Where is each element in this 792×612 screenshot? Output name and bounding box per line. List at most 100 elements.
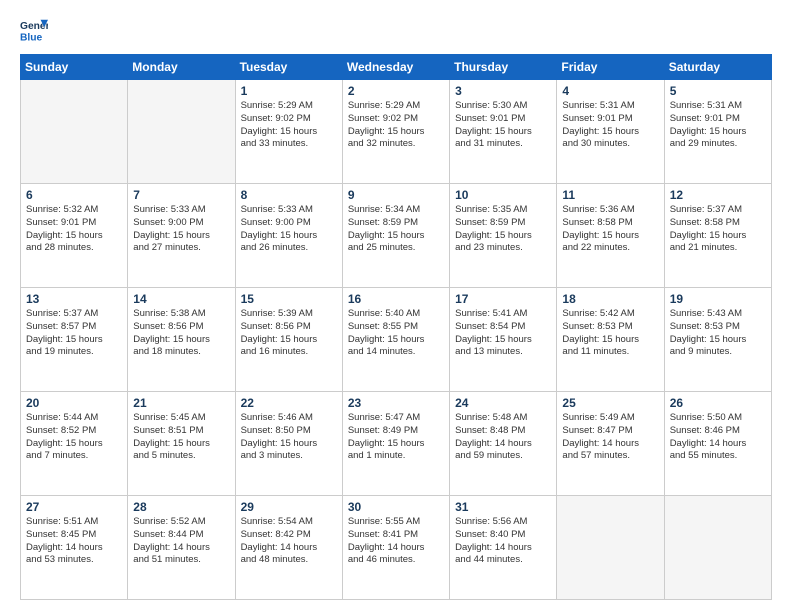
calendar-cell: 13Sunrise: 5:37 AM Sunset: 8:57 PM Dayli… (21, 288, 128, 392)
day-number: 4 (562, 84, 658, 98)
day-info: Sunrise: 5:29 AM Sunset: 9:02 PM Dayligh… (241, 100, 337, 151)
calendar-cell: 21 Sunrise: 5:45 AM Sunset: 8:51 PM Dayli… (128, 392, 235, 496)
header: General Blue (20, 16, 772, 44)
day-info: Sunrise: 5:39 AM Sunset: 8:56 PM Dayligh… (241, 308, 337, 359)
calendar-cell: 19Sunrise: 5:43 AM Sunset: 8:53 PM Dayli… (664, 288, 771, 392)
day-info: Sunrise: 5:36 AM Sunset: 8:58 PM Dayligh… (562, 204, 658, 255)
calendar-cell: 25Sunrise: 5:49 AM Sunset: 8:47 PM Dayli… (557, 392, 664, 496)
day-number: 9 (348, 188, 444, 202)
calendar-cell (128, 80, 235, 184)
day-number: 25 (562, 396, 658, 410)
day-number: 23 (348, 396, 444, 410)
day-number: 28 (133, 500, 229, 514)
day-info: Sunrise: 5:37 AM Sunset: 8:57 PM Dayligh… (26, 308, 122, 359)
calendar-cell: 18 Sunrise: 5:42 AM Sunset: 8:53 PM Dayli… (557, 288, 664, 392)
calendar-cell: 7Sunrise: 5:33 AM Sunset: 9:00 PM Daylig… (128, 184, 235, 288)
day-number: 7 (133, 188, 229, 202)
calendar-cell: 2 Sunrise: 5:29 AM Sunset: 9:02 PM Daylig… (342, 80, 449, 184)
day-number: 20 (26, 396, 122, 410)
calendar-cell: 9 Sunrise: 5:34 AM Sunset: 8:59 PM Daylig… (342, 184, 449, 288)
calendar-cell: 27 Sunrise: 5:51 AM Sunset: 8:45 PM Dayli… (21, 496, 128, 600)
calendar-cell: 23 Sunrise: 5:47 AM Sunset: 8:49 PM Dayli… (342, 392, 449, 496)
week-row-4: 27 Sunrise: 5:51 AM Sunset: 8:45 PM Dayli… (21, 496, 772, 600)
day-info: Sunrise: 5:50 AM Sunset: 8:46 PM Dayligh… (670, 412, 766, 463)
calendar-table: SundayMondayTuesdayWednesdayThursdayFrid… (20, 54, 772, 600)
day-info: Sunrise: 5:29 AM Sunset: 9:02 PM Dayligh… (348, 100, 444, 151)
calendar-cell: 8 Sunrise: 5:33 AM Sunset: 9:00 PM Daylig… (235, 184, 342, 288)
weekday-header-monday: Monday (128, 55, 235, 80)
day-number: 21 (133, 396, 229, 410)
day-info: Sunrise: 5:34 AM Sunset: 8:59 PM Dayligh… (348, 204, 444, 255)
day-number: 11 (562, 188, 658, 202)
week-row-2: 13Sunrise: 5:37 AM Sunset: 8:57 PM Dayli… (21, 288, 772, 392)
day-number: 29 (241, 500, 337, 514)
calendar-cell: 17 Sunrise: 5:41 AM Sunset: 8:54 PM Dayli… (450, 288, 557, 392)
day-number: 24 (455, 396, 551, 410)
calendar-cell: 30Sunrise: 5:55 AM Sunset: 8:41 PM Dayli… (342, 496, 449, 600)
day-number: 18 (562, 292, 658, 306)
calendar-cell: 1 Sunrise: 5:29 AM Sunset: 9:02 PM Daylig… (235, 80, 342, 184)
calendar-cell: 24 Sunrise: 5:48 AM Sunset: 8:48 PM Dayli… (450, 392, 557, 496)
calendar-cell: 29Sunrise: 5:54 AM Sunset: 8:42 PM Dayli… (235, 496, 342, 600)
day-number: 19 (670, 292, 766, 306)
day-number: 8 (241, 188, 337, 202)
calendar-cell: 11 Sunrise: 5:36 AM Sunset: 8:58 PM Dayli… (557, 184, 664, 288)
svg-text:Blue: Blue (20, 32, 43, 43)
day-number: 12 (670, 188, 766, 202)
day-info: Sunrise: 5:48 AM Sunset: 8:48 PM Dayligh… (455, 412, 551, 463)
weekday-header-friday: Friday (557, 55, 664, 80)
calendar-cell (557, 496, 664, 600)
day-info: Sunrise: 5:47 AM Sunset: 8:49 PM Dayligh… (348, 412, 444, 463)
weekday-header-thursday: Thursday (450, 55, 557, 80)
calendar-cell: 15 Sunrise: 5:39 AM Sunset: 8:56 PM Dayli… (235, 288, 342, 392)
day-info: Sunrise: 5:40 AM Sunset: 8:55 PM Dayligh… (348, 308, 444, 359)
day-number: 31 (455, 500, 551, 514)
calendar-cell: 26 Sunrise: 5:50 AM Sunset: 8:46 PM Dayli… (664, 392, 771, 496)
day-info: Sunrise: 5:44 AM Sunset: 8:52 PM Dayligh… (26, 412, 122, 463)
day-number: 2 (348, 84, 444, 98)
calendar-cell: 6 Sunrise: 5:32 AM Sunset: 9:01 PM Daylig… (21, 184, 128, 288)
day-number: 14 (133, 292, 229, 306)
day-info: Sunrise: 5:38 AM Sunset: 8:56 PM Dayligh… (133, 308, 229, 359)
calendar-cell: 4 Sunrise: 5:31 AM Sunset: 9:01 PM Daylig… (557, 80, 664, 184)
calendar-cell (21, 80, 128, 184)
day-number: 15 (241, 292, 337, 306)
weekday-header-wednesday: Wednesday (342, 55, 449, 80)
day-number: 10 (455, 188, 551, 202)
weekday-header-saturday: Saturday (664, 55, 771, 80)
calendar-cell: 12Sunrise: 5:37 AM Sunset: 8:58 PM Dayli… (664, 184, 771, 288)
day-info: Sunrise: 5:45 AM Sunset: 8:51 PM Dayligh… (133, 412, 229, 463)
day-info: Sunrise: 5:31 AM Sunset: 9:01 PM Dayligh… (562, 100, 658, 151)
day-info: Sunrise: 5:55 AM Sunset: 8:41 PM Dayligh… (348, 516, 444, 567)
day-info: Sunrise: 5:42 AM Sunset: 8:53 PM Dayligh… (562, 308, 658, 359)
day-info: Sunrise: 5:41 AM Sunset: 8:54 PM Dayligh… (455, 308, 551, 359)
day-info: Sunrise: 5:32 AM Sunset: 9:01 PM Dayligh… (26, 204, 122, 255)
logo: General Blue (20, 16, 48, 44)
day-number: 6 (26, 188, 122, 202)
day-number: 17 (455, 292, 551, 306)
day-number: 5 (670, 84, 766, 98)
calendar-cell: 14 Sunrise: 5:38 AM Sunset: 8:56 PM Dayli… (128, 288, 235, 392)
day-info: Sunrise: 5:35 AM Sunset: 8:59 PM Dayligh… (455, 204, 551, 255)
day-info: Sunrise: 5:52 AM Sunset: 8:44 PM Dayligh… (133, 516, 229, 567)
weekday-header-tuesday: Tuesday (235, 55, 342, 80)
day-info: Sunrise: 5:56 AM Sunset: 8:40 PM Dayligh… (455, 516, 551, 567)
day-info: Sunrise: 5:33 AM Sunset: 9:00 PM Dayligh… (241, 204, 337, 255)
day-number: 1 (241, 84, 337, 98)
weekday-header-sunday: Sunday (21, 55, 128, 80)
calendar-cell: 28 Sunrise: 5:52 AM Sunset: 8:44 PM Dayli… (128, 496, 235, 600)
calendar-cell: 22 Sunrise: 5:46 AM Sunset: 8:50 PM Dayli… (235, 392, 342, 496)
day-info: Sunrise: 5:51 AM Sunset: 8:45 PM Dayligh… (26, 516, 122, 567)
calendar-cell (664, 496, 771, 600)
day-info: Sunrise: 5:31 AM Sunset: 9:01 PM Dayligh… (670, 100, 766, 151)
logo-icon: General Blue (20, 16, 48, 44)
calendar-cell: 31 Sunrise: 5:56 AM Sunset: 8:40 PM Dayli… (450, 496, 557, 600)
day-number: 22 (241, 396, 337, 410)
day-number: 26 (670, 396, 766, 410)
day-info: Sunrise: 5:46 AM Sunset: 8:50 PM Dayligh… (241, 412, 337, 463)
page: General Blue SundayMondayTuesdayWednesda… (0, 0, 792, 612)
day-number: 16 (348, 292, 444, 306)
day-number: 27 (26, 500, 122, 514)
week-row-1: 6 Sunrise: 5:32 AM Sunset: 9:01 PM Daylig… (21, 184, 772, 288)
week-row-3: 20 Sunrise: 5:44 AM Sunset: 8:52 PM Dayli… (21, 392, 772, 496)
